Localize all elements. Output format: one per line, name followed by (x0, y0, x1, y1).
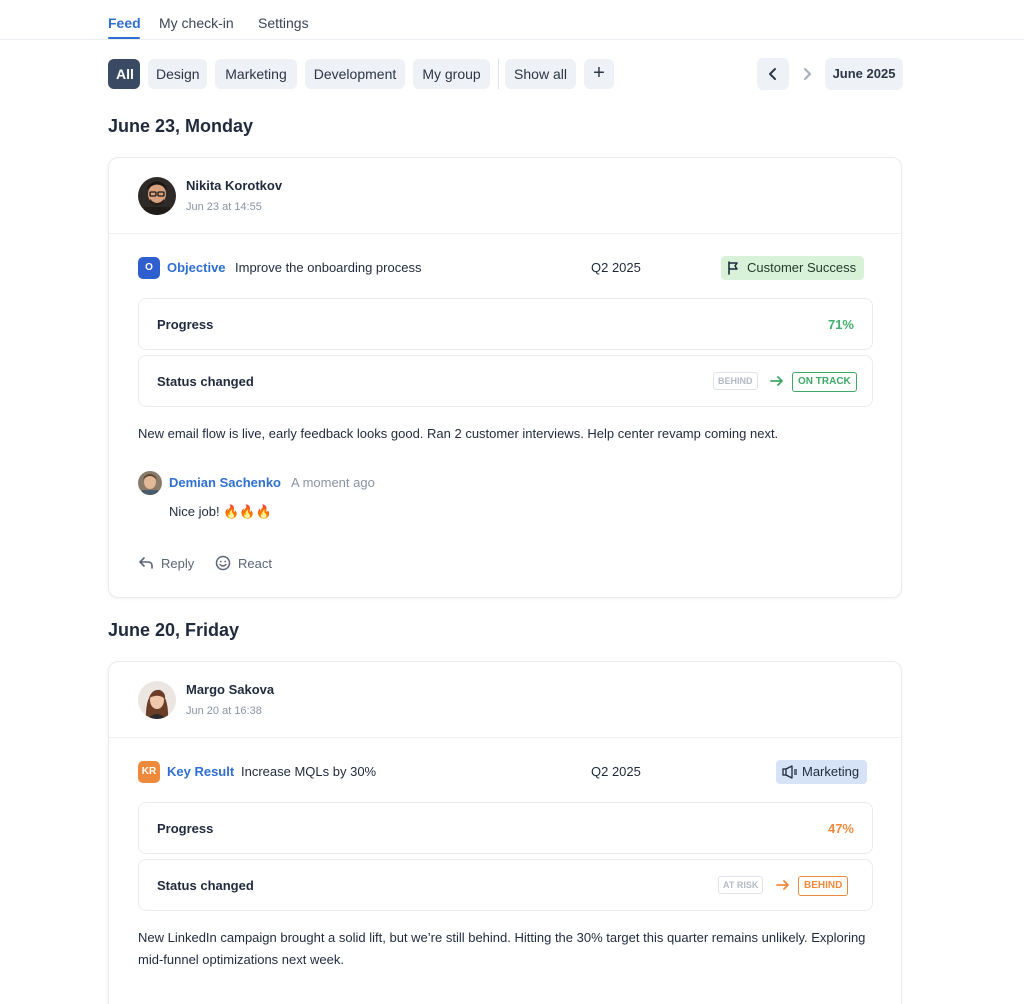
chevron-left-icon (769, 68, 776, 80)
show-all-button[interactable]: Show all (505, 59, 576, 89)
feed-card: Margo Sakova Jun 20 at 16:38 KR Key Resu… (108, 661, 902, 1004)
progress-box: Progress 71% (138, 298, 873, 350)
filter-design[interactable]: Design (148, 59, 207, 89)
item-quarter: Q2 2025 (591, 260, 641, 275)
item-title[interactable]: Improve the onboarding process (235, 260, 421, 275)
item-quarter: Q2 2025 (591, 764, 641, 779)
progress-label: Progress (157, 821, 214, 836)
filter-all[interactable]: All (108, 59, 140, 89)
status-box: Status changed AT RISK BEHIND (138, 859, 873, 911)
avatar[interactable] (138, 177, 176, 215)
team-tag[interactable]: Customer Success (721, 256, 865, 280)
tab-feed-underline (108, 37, 140, 39)
item-type[interactable]: Key Result (167, 764, 234, 779)
author-name[interactable]: Nikita Korotkov (186, 178, 282, 193)
status-from: AT RISK (718, 876, 764, 894)
filter-marketing[interactable]: Marketing (215, 59, 297, 89)
tab-feed[interactable]: Feed (108, 15, 141, 31)
date-heading: June 23, Monday (108, 116, 254, 136)
post-time: Jun 20 at 16:38 (186, 705, 262, 717)
progress-value: 47% (827, 821, 854, 836)
status-to: ON TRACK (792, 372, 857, 392)
status-label: Status changed (157, 878, 254, 893)
megaphone-icon (782, 765, 797, 779)
objective-row: O Objective Improve the onboarding proce… (138, 256, 873, 280)
filter-development[interactable]: Development (305, 59, 405, 89)
progress-value: 71% (827, 317, 854, 332)
commenter-avatar[interactable] (138, 471, 162, 495)
top-tabs: Feed My check-in Settings (0, 0, 1024, 40)
add-filter-button[interactable]: + (584, 59, 614, 89)
team-tag-label: Customer Success (747, 260, 857, 275)
reply-button[interactable]: Reply (138, 555, 202, 573)
commenter-name[interactable]: Demian Sachenko (169, 475, 281, 490)
status-box: Status changed BEHIND ON TRACK (138, 355, 873, 407)
arrow-right-icon (776, 880, 789, 890)
filter-divider (498, 59, 499, 89)
progress-label: Progress (157, 317, 214, 332)
post-time: Jun 23 at 14:55 (186, 201, 262, 213)
reply-icon (139, 557, 153, 569)
month-label: June 2025 (832, 66, 896, 81)
progress-box: Progress 47% (138, 802, 873, 854)
chevron-right-icon (804, 68, 811, 80)
react-label: React (238, 556, 272, 571)
key-result-badge: KR (138, 761, 160, 783)
card-header: Nikita Korotkov Jun 23 at 14:55 (109, 158, 901, 234)
post-note: New LinkedIn campaign brought a solid li… (138, 930, 866, 967)
filter-my-group[interactable]: My group (413, 59, 490, 89)
author-name[interactable]: Margo Sakova (186, 682, 274, 697)
feed-card: Nikita Korotkov Jun 23 at 14:55 O Object… (108, 157, 902, 598)
smile-icon (215, 555, 231, 571)
flag-icon (728, 261, 738, 275)
card-header: Margo Sakova Jun 20 at 16:38 (109, 662, 901, 738)
item-title[interactable]: Increase MQLs by 30% (241, 764, 376, 779)
avatar[interactable] (138, 681, 176, 719)
team-tag[interactable]: Marketing (776, 760, 868, 784)
comment-time: A moment ago (291, 475, 375, 490)
tab-settings[interactable]: Settings (258, 15, 309, 31)
item-type[interactable]: Objective (167, 260, 226, 275)
status-label: Status changed (157, 374, 254, 389)
prev-month-button[interactable] (757, 58, 789, 90)
react-button[interactable]: React (215, 555, 281, 573)
tab-my-check-in[interactable]: My check-in (159, 15, 234, 31)
status-from: BEHIND (713, 372, 758, 390)
post-note: New email flow is live, early feedback l… (138, 426, 779, 441)
date-heading: June 20, Friday (108, 620, 240, 640)
status-to: BEHIND (798, 876, 849, 896)
comment-text: Nice job! 🔥🔥🔥 (169, 504, 272, 519)
next-month-button[interactable] (791, 58, 823, 90)
reply-label: Reply (161, 556, 195, 571)
team-tag-label: Marketing (802, 764, 860, 779)
month-selector[interactable]: June 2025 (825, 58, 903, 90)
objective-badge: O (138, 257, 160, 279)
key-result-row: KR Key Result Increase MQLs by 30% Q2 20… (138, 760, 873, 784)
arrow-right-icon (770, 376, 783, 386)
